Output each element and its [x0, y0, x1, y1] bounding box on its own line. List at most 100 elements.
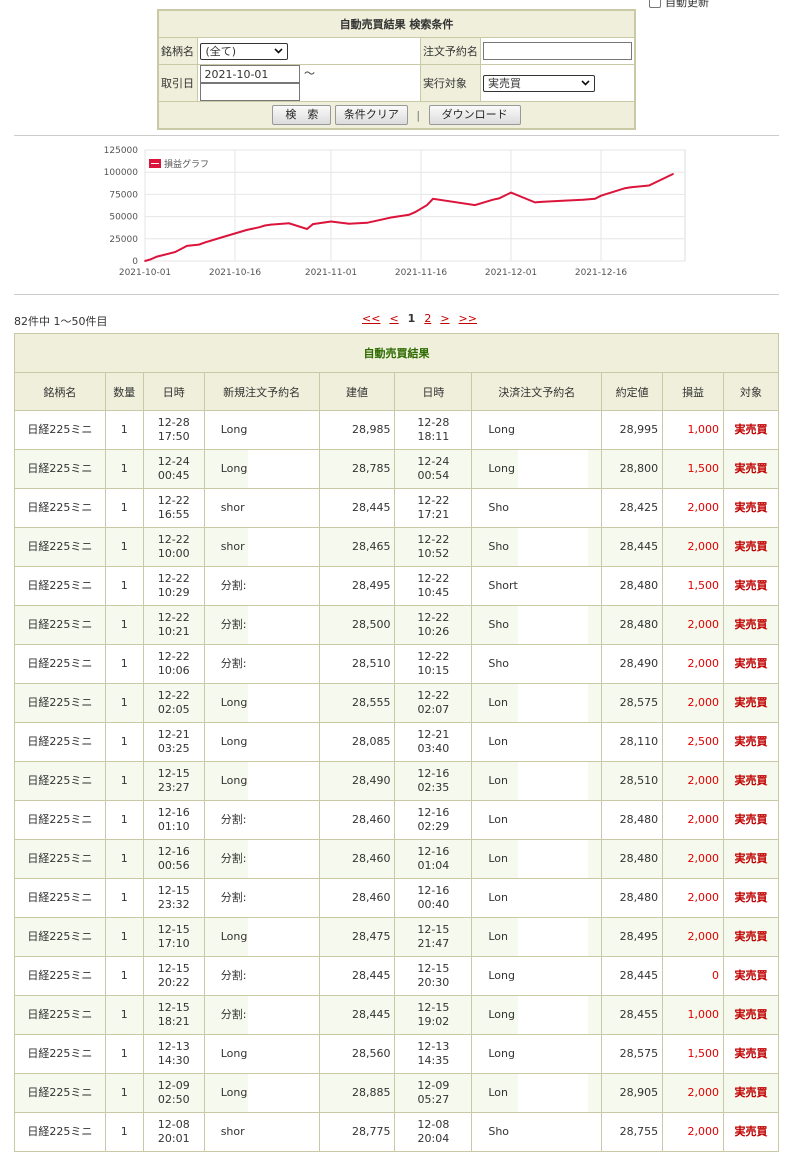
cell-close-order-name: Lon: [471, 800, 603, 840]
clear-conditions-button[interactable]: 条件クリア: [334, 105, 408, 125]
cell-close-order-name-text: Sho: [488, 1125, 510, 1138]
cell-profit-text: 2,000: [687, 891, 720, 904]
cell-qty: 1: [104, 683, 144, 723]
auto-refresh-checkbox[interactable]: [649, 0, 661, 8]
cell-close-order-name-text: Lon: [488, 696, 508, 709]
data-point: [288, 222, 290, 225]
cell-symbol-text: 日経225ミニ: [27, 1008, 93, 1021]
cell-close-price-text: 28,800: [619, 462, 659, 475]
cell-close-datetime: 12-21 03:40: [394, 722, 473, 762]
time-text: 03:40: [417, 742, 450, 755]
cell-symbol-text: 日経225ミニ: [27, 1086, 93, 1099]
date-text: 12-09: [157, 1079, 190, 1092]
time-text: 02:05: [157, 703, 190, 716]
cell-profit: 2,000: [662, 488, 725, 528]
cell-open-order-name-text: 分割:: [220, 891, 247, 904]
cell-target-text: 実売買: [734, 618, 768, 631]
search-button[interactable]: 検 索: [272, 105, 332, 125]
cell-profit: 0: [662, 956, 725, 996]
cell-open-order-name-text: Long: [220, 774, 248, 787]
date-text: 12-15: [417, 962, 450, 975]
cell-symbol: 日経225ミニ: [14, 761, 106, 801]
pager-next-link[interactable]: >: [440, 312, 449, 325]
cell-target: 実売買: [723, 1034, 779, 1074]
y-tick-label: 25000: [109, 235, 138, 245]
pager-first-link[interactable]: <<: [362, 312, 380, 325]
cell-open-datetime: 12-16 01:10: [142, 800, 205, 840]
time-text: 05:27: [417, 1093, 450, 1106]
cell-open-order-name: shor: [203, 1112, 320, 1152]
cell-target-text: 実売買: [734, 540, 768, 553]
redaction-mask: [247, 606, 319, 644]
chart-y-axis: 125000 100000 75000 50000 25000 0: [104, 146, 139, 267]
y-tick-label: 100000: [104, 168, 139, 178]
cell-open-price-text: 28,465: [351, 540, 391, 553]
time-text: 10:29: [157, 586, 190, 599]
table-row: 日経225ミニ 1 12-22 10:00 shor 28,465 12-22 10:52 Sh…: [14, 527, 779, 567]
button-separator: |: [416, 108, 421, 122]
date-text: 12-16: [417, 884, 450, 897]
pager-last-link[interactable]: >>: [459, 312, 477, 325]
date-from-input[interactable]: 2021-10-01: [200, 65, 301, 83]
cell-close-order-name: Lon: [471, 761, 603, 801]
cell-qty: 1: [104, 917, 144, 957]
redaction-mask: [518, 723, 589, 761]
cell-qty: 1: [104, 449, 144, 489]
cell-open-order-name-text: Long: [220, 462, 248, 475]
cell-open-order-name-text: Long: [220, 1047, 248, 1060]
cell-profit: 1,500: [662, 566, 725, 606]
time-text: 10:00: [157, 547, 190, 560]
date-to-input[interactable]: [200, 83, 301, 101]
target-select[interactable]: 実売買: [483, 74, 595, 92]
cell-target: 実売買: [723, 644, 779, 684]
x-tick-label: 2021-12-16: [575, 268, 628, 278]
cell-close-order-name: Long: [471, 956, 603, 996]
table-row: 日経225ミニ 1 12-15 23:32 分割: 28,460 12-16 00:40 Lon…: [14, 878, 779, 918]
cell-close-price-text: 28,490: [619, 657, 659, 670]
cell-close-price-text: 28,445: [619, 969, 659, 982]
cell-profit: 2,000: [662, 839, 725, 879]
redaction-mask: [247, 840, 319, 878]
cell-target: 実売買: [723, 527, 779, 567]
cell-close-order-name: Sho: [471, 1112, 603, 1152]
cell-close-datetime: 12-16 01:04: [394, 839, 473, 879]
time-text: 00:40: [417, 898, 450, 911]
download-button[interactable]: ダウンロード: [428, 105, 521, 125]
cell-target-text: 実売買: [734, 813, 768, 826]
cell-symbol-text: 日経225ミニ: [27, 813, 93, 826]
table-row: 日経225ミニ 1 12-13 14:30 Long 28,560 12-13 14:35 Lo…: [14, 1034, 779, 1074]
cell-close-price: 28,455: [601, 995, 664, 1035]
data-point: [492, 198, 494, 201]
data-point: [186, 245, 188, 247]
target-select-value: 実売買: [488, 77, 521, 90]
order-name-input[interactable]: [483, 42, 632, 60]
symbol-select-value: (全て): [205, 45, 237, 58]
date-text: 12-22: [157, 650, 190, 663]
cell-qty: 1: [104, 1073, 144, 1113]
cell-symbol-text: 日経225ミニ: [27, 696, 93, 709]
pager-prev-link[interactable]: <: [389, 312, 398, 325]
cell-close-price: 28,575: [601, 683, 664, 723]
cell-symbol-text: 日経225ミニ: [27, 969, 93, 982]
cell-profit: 2,000: [662, 644, 725, 684]
cell-open-order-name-text: Long: [220, 696, 248, 709]
cell-close-price-text: 28,905: [619, 1086, 659, 1099]
cell-open-datetime: 12-15 23:27: [142, 761, 205, 801]
cell-profit: 2,000: [662, 1073, 725, 1113]
date-text: 12-22: [417, 533, 450, 546]
date-text: 12-16: [417, 806, 450, 819]
redaction-mask: [518, 957, 589, 995]
pager-page-2-link[interactable]: 2: [424, 312, 431, 325]
auto-refresh-toggle[interactable]: 自動更新: [649, 0, 709, 10]
symbol-select[interactable]: (全て): [200, 42, 289, 60]
data-point: [156, 255, 158, 258]
cell-qty-text: 1: [120, 1125, 128, 1138]
cell-close-price: 28,480: [601, 605, 664, 645]
cell-qty: 1: [104, 722, 144, 762]
cell-profit: 1,000: [662, 995, 725, 1035]
legend-label: 損益グラフ: [164, 158, 209, 170]
cell-target: 実売買: [723, 956, 779, 996]
cell-close-order-name-text: Long: [488, 423, 515, 436]
date-text: 12-22: [157, 572, 190, 585]
cell-profit-text: 2,000: [687, 813, 720, 826]
